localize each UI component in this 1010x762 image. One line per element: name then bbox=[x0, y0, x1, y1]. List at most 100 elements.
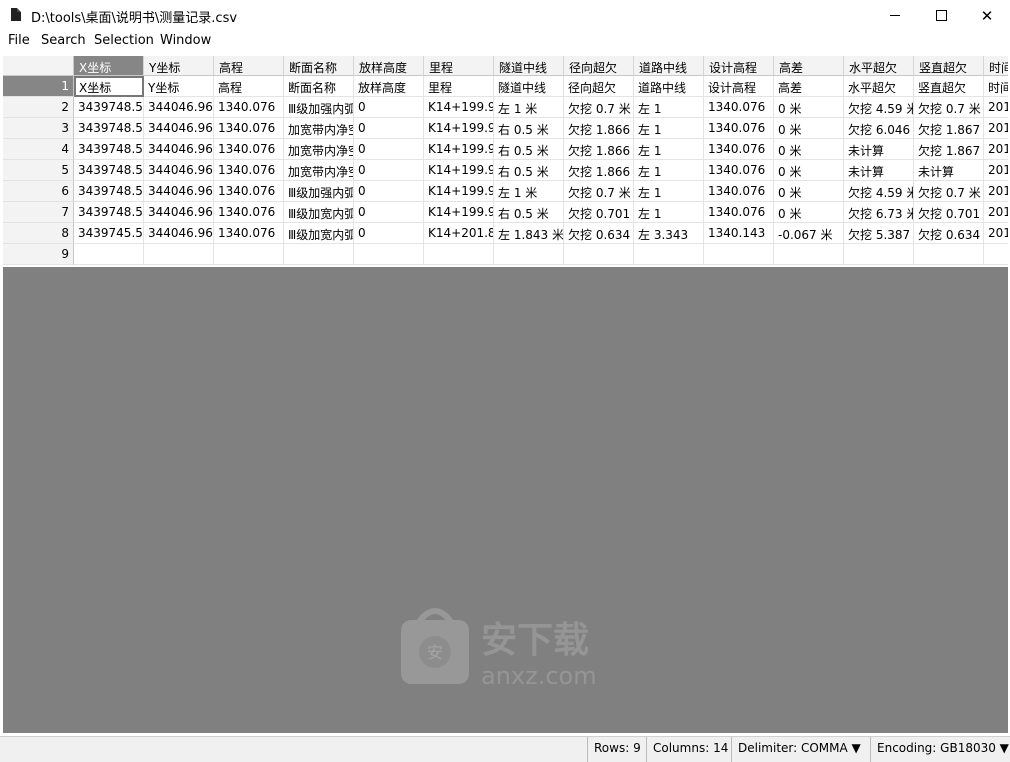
table-cell[interactable]: 欠挖 1.867 米 bbox=[914, 118, 984, 139]
table-cell[interactable]: 欠挖 6.046 米 bbox=[844, 118, 914, 139]
table-cell[interactable]: 3439748.57 bbox=[74, 118, 144, 139]
table-cell[interactable] bbox=[984, 244, 1008, 265]
column-header[interactable]: 放样高度 bbox=[354, 56, 424, 76]
table-cell[interactable]: 欠挖 4.59 米 bbox=[844, 97, 914, 118]
table-cell[interactable]: 竖直超欠 bbox=[914, 76, 984, 97]
table-cell[interactable] bbox=[494, 244, 564, 265]
table-cell[interactable]: 高程 bbox=[214, 76, 284, 97]
table-cell[interactable]: 欠挖 0.7 米 bbox=[914, 97, 984, 118]
table-cell[interactable]: 欠挖 0.7 米 bbox=[564, 97, 634, 118]
column-header[interactable]: 道路中线 bbox=[634, 56, 704, 76]
table-cell[interactable]: 欠挖 0.634 米 bbox=[914, 223, 984, 244]
row-number[interactable]: 1 bbox=[3, 76, 74, 97]
table-cell[interactable]: Y坐标 bbox=[144, 76, 214, 97]
row-number[interactable]: 4 bbox=[3, 139, 74, 160]
table-cell[interactable]: 右 0.5 米 bbox=[494, 202, 564, 223]
table-cell[interactable]: Ⅲ级加强内弧 bbox=[284, 181, 354, 202]
table-cell[interactable]: 欠挖 0.634 米 bbox=[564, 223, 634, 244]
column-header[interactable]: 里程 bbox=[424, 56, 494, 76]
table-cell[interactable]: 0 米 bbox=[774, 202, 844, 223]
table-cell[interactable]: Ⅲ级加强内弧 bbox=[284, 97, 354, 118]
status-encoding-dropdown[interactable]: Encoding: GB18030 ▼ bbox=[870, 737, 1010, 762]
table-cell[interactable]: 0 bbox=[354, 97, 424, 118]
table-cell[interactable]: 左 1 bbox=[634, 97, 704, 118]
table-cell[interactable]: 0 米 bbox=[774, 139, 844, 160]
table-cell[interactable] bbox=[144, 244, 214, 265]
table-cell[interactable]: 放样高度 bbox=[354, 76, 424, 97]
table-cell[interactable]: 0 米 bbox=[774, 118, 844, 139]
table-cell[interactable]: 1340.143 bbox=[704, 223, 774, 244]
table-cell[interactable]: 设计高程 bbox=[704, 76, 774, 97]
table-cell[interactable]: 3439748.57 bbox=[74, 160, 144, 181]
row-number[interactable]: 6 bbox=[3, 181, 74, 202]
table-cell[interactable]: K14+199.99 bbox=[424, 160, 494, 181]
table-cell[interactable]: 加宽带内净空 bbox=[284, 139, 354, 160]
table-cell[interactable]: 道路中线 bbox=[634, 76, 704, 97]
table-cell[interactable]: 201 bbox=[984, 223, 1008, 244]
table-cell[interactable]: 344046.962 bbox=[144, 97, 214, 118]
table-cell[interactable]: 欠挖 0.701 米 bbox=[564, 202, 634, 223]
table-cell[interactable]: 欠挖 1.867 米 bbox=[914, 139, 984, 160]
table-cell[interactable] bbox=[424, 244, 494, 265]
table-cell[interactable]: 0 米 bbox=[774, 97, 844, 118]
table-cell[interactable]: 左 3.343 bbox=[634, 223, 704, 244]
menu-window[interactable]: Window bbox=[160, 33, 211, 48]
column-header[interactable]: 水平超欠 bbox=[844, 56, 914, 76]
table-cell[interactable]: 欠挖 5.387 米 bbox=[844, 223, 914, 244]
menu-selection[interactable]: Selection bbox=[94, 33, 154, 48]
table-cell[interactable]: 左 1 bbox=[634, 118, 704, 139]
column-header[interactable]: 竖直超欠 bbox=[914, 56, 984, 76]
table-cell[interactable]: 欠挖 0.7 米 bbox=[564, 181, 634, 202]
table-cell[interactable]: 时间 bbox=[984, 76, 1008, 97]
table-cell[interactable]: 高差 bbox=[774, 76, 844, 97]
table-cell[interactable]: 里程 bbox=[424, 76, 494, 97]
table-cell[interactable]: 右 0.5 米 bbox=[494, 160, 564, 181]
table-cell[interactable]: 3439748.57 bbox=[74, 181, 144, 202]
table-cell[interactable]: 加宽带内净空 bbox=[284, 160, 354, 181]
table-cell[interactable]: 344046.962 bbox=[144, 202, 214, 223]
table-cell[interactable] bbox=[844, 244, 914, 265]
table-cell[interactable]: 左 1 bbox=[634, 139, 704, 160]
table-cell[interactable]: 1340.076 bbox=[214, 97, 284, 118]
table-cell[interactable]: 1340.076 bbox=[704, 139, 774, 160]
table-cell[interactable] bbox=[74, 244, 144, 265]
table-cell[interactable]: 1340.076 bbox=[214, 160, 284, 181]
menu-file[interactable]: File bbox=[8, 33, 30, 48]
table-cell[interactable]: 径向超欠 bbox=[564, 76, 634, 97]
table-cell[interactable]: 3439748.57 bbox=[74, 97, 144, 118]
table-cell[interactable]: 344046.962 bbox=[144, 160, 214, 181]
table-cell[interactable] bbox=[354, 244, 424, 265]
table-cell[interactable]: K14+199.99 bbox=[424, 181, 494, 202]
table-cell[interactable]: 0 米 bbox=[774, 160, 844, 181]
table-cell[interactable]: X坐标 bbox=[74, 76, 144, 97]
menu-search[interactable]: Search bbox=[41, 33, 86, 48]
table-cell[interactable]: K14+199.99 bbox=[424, 97, 494, 118]
table-cell[interactable]: 左 1 bbox=[634, 202, 704, 223]
table-cell[interactable]: 344046.962 bbox=[144, 223, 214, 244]
table-cell[interactable]: 201 bbox=[984, 118, 1008, 139]
table-cell[interactable] bbox=[634, 244, 704, 265]
table-cell[interactable]: 左 1 米 bbox=[494, 181, 564, 202]
table-cell[interactable]: 水平超欠 bbox=[844, 76, 914, 97]
table-cell[interactable]: 1340.076 bbox=[214, 223, 284, 244]
table-cell[interactable]: K14+199.99 bbox=[424, 139, 494, 160]
table-cell[interactable]: 1340.076 bbox=[704, 118, 774, 139]
column-header[interactable]: 径向超欠 bbox=[564, 56, 634, 76]
column-header[interactable]: Y坐标 bbox=[144, 56, 214, 76]
table-cell[interactable]: K14+201.87 bbox=[424, 223, 494, 244]
column-header[interactable]: 断面名称 bbox=[284, 56, 354, 76]
table-cell[interactable]: 1340.076 bbox=[704, 97, 774, 118]
table-cell[interactable]: 0 bbox=[354, 118, 424, 139]
table-cell[interactable]: 未计算 bbox=[844, 160, 914, 181]
row-number[interactable]: 7 bbox=[3, 202, 74, 223]
table-cell[interactable]: 左 1 bbox=[634, 181, 704, 202]
select-all-corner[interactable] bbox=[3, 56, 74, 76]
table-cell[interactable]: 3439748.57 bbox=[74, 139, 144, 160]
table-cell[interactable]: 左 1 bbox=[634, 160, 704, 181]
table-cell[interactable]: 欠挖 4.59 米 bbox=[844, 181, 914, 202]
table-cell[interactable]: 0 米 bbox=[774, 181, 844, 202]
table-cell[interactable]: 344046.962 bbox=[144, 139, 214, 160]
table-cell[interactable]: 344046.962 bbox=[144, 118, 214, 139]
table-cell[interactable]: 1340.076 bbox=[704, 202, 774, 223]
table-cell[interactable]: 未计算 bbox=[914, 160, 984, 181]
